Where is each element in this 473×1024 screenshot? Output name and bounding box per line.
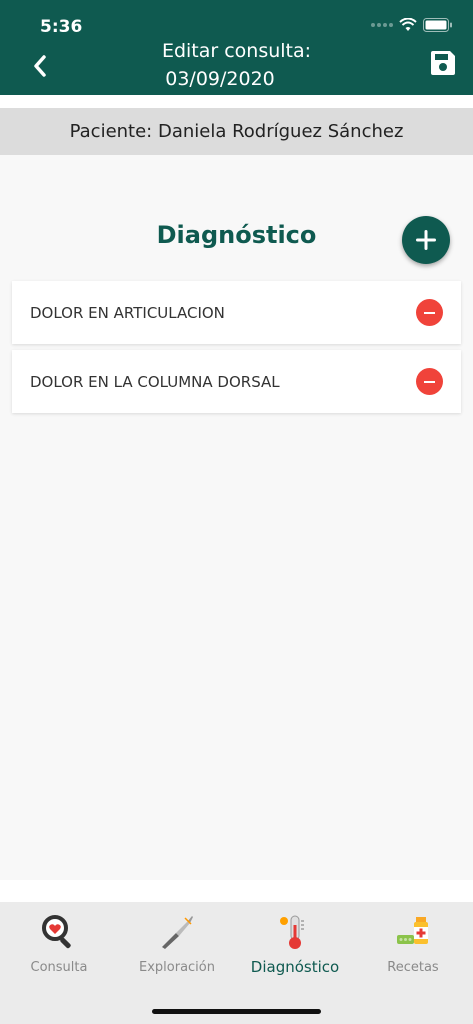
diagnosis-label: DOLOR EN LA COLUMNA DORSAL [30, 372, 280, 391]
scalpel-icon [162, 916, 193, 949]
status-time: 5:36 [40, 17, 83, 37]
tab-label: Exploración [139, 960, 215, 975]
minus-icon [424, 311, 435, 314]
tab-diagnostico[interactable]: Diagnóstico [236, 912, 354, 976]
save-button[interactable] [427, 46, 459, 80]
status-icons [371, 18, 453, 32]
diagnosis-content: Diagnóstico DOLOR EN ARTICULACION DOLOR … [0, 155, 473, 880]
tab-label: Consulta [30, 960, 88, 975]
app-header: 5:36 Editar consulta: 03/09/2020 [0, 0, 473, 95]
signal-icon [371, 23, 393, 27]
medicine-icon [397, 917, 428, 944]
add-diagnosis-button[interactable] [402, 216, 450, 264]
tab-label: Recetas [387, 960, 439, 975]
remove-diagnosis-button[interactable] [416, 299, 443, 326]
page-title: Editar consulta: [161, 40, 312, 62]
battery-icon [423, 18, 452, 32]
magnifier-heart-icon [42, 915, 71, 949]
thermometer-icon [280, 915, 304, 949]
tab-exploracion[interactable]: Exploración [118, 912, 236, 975]
floppy-disk-icon [431, 51, 455, 75]
remove-diagnosis-button[interactable] [416, 368, 443, 395]
home-indicator [152, 1009, 321, 1014]
tab-consulta[interactable]: Consulta [0, 912, 118, 975]
bottom-tab-bar: Consulta Exploración Diagnóstico Recetas [0, 902, 473, 1024]
plus-icon [416, 230, 436, 250]
page-subtitle-date: 03/09/2020 [165, 68, 275, 90]
patient-name-bar: Paciente: Daniela Rodríguez Sánchez [0, 108, 473, 155]
wifi-icon [399, 18, 417, 31]
tab-label: Diagnóstico [250, 958, 340, 976]
minus-icon [424, 380, 435, 383]
tab-recetas[interactable]: Recetas [354, 912, 472, 975]
diagnosis-label: DOLOR EN ARTICULACION [30, 303, 225, 322]
diagnosis-item: DOLOR EN ARTICULACION [12, 281, 461, 344]
diagnosis-item: DOLOR EN LA COLUMNA DORSAL [12, 350, 461, 413]
